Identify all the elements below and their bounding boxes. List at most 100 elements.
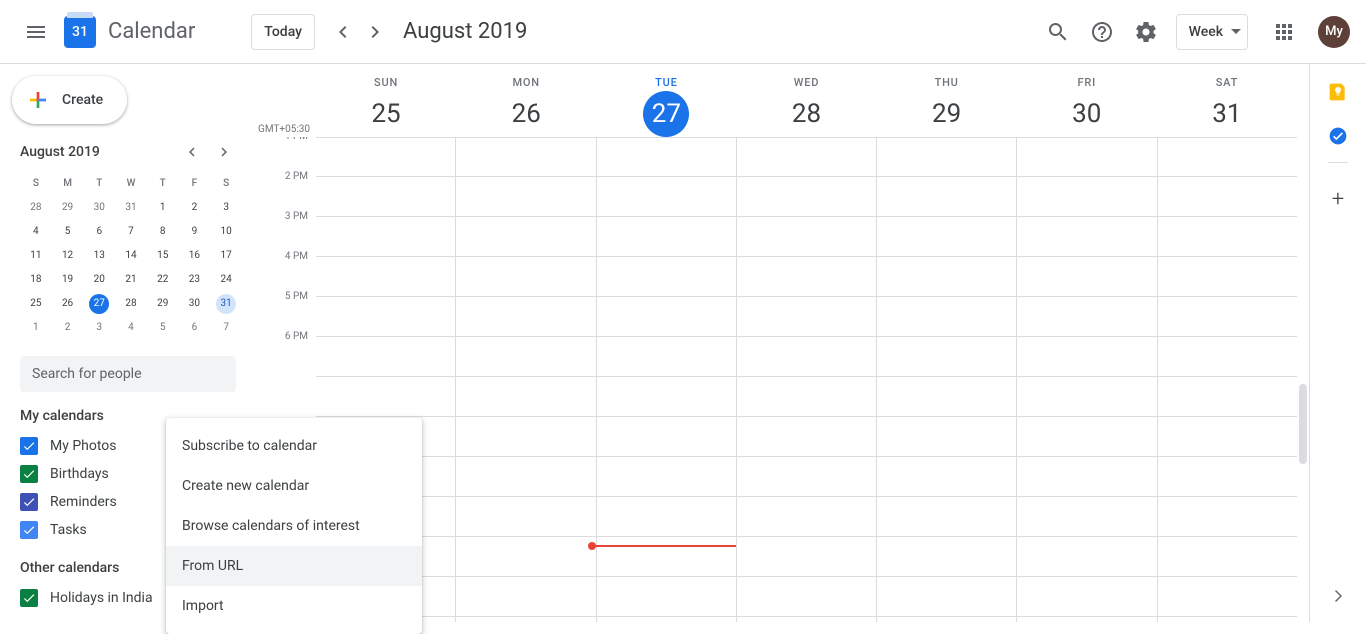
day-column[interactable] [876, 137, 1016, 622]
mini-day[interactable]: 30 [83, 196, 115, 220]
menu-item[interactable]: Subscribe to calendar [166, 426, 422, 466]
day-header[interactable]: FRI30 [1017, 64, 1157, 137]
mini-day[interactable]: 31 [115, 196, 147, 220]
next-week-button[interactable] [359, 16, 391, 48]
menu-item[interactable]: Import [166, 586, 422, 626]
mini-dow: T [83, 172, 115, 196]
day-column[interactable] [596, 137, 736, 622]
settings-button[interactable] [1126, 12, 1166, 52]
day-header[interactable]: WED28 [736, 64, 876, 137]
mini-day[interactable]: 17 [210, 244, 242, 268]
tasks-icon[interactable] [1328, 126, 1348, 146]
day-header[interactable]: TUE 27 [596, 64, 736, 137]
mini-day[interactable]: 24 [210, 268, 242, 292]
main-menu-button[interactable] [12, 8, 60, 56]
day-column[interactable] [455, 137, 595, 622]
mini-day[interactable]: 30 [179, 292, 211, 316]
mini-day[interactable]: 4 [115, 316, 147, 340]
mini-day[interactable]: 29 [147, 292, 179, 316]
mini-day[interactable]: 7 [115, 220, 147, 244]
mini-day[interactable]: 10 [210, 220, 242, 244]
hour-label: 1 PM [256, 137, 308, 171]
checkbox-icon[interactable] [20, 521, 38, 539]
menu-item[interactable]: Create new calendar [166, 466, 422, 506]
mini-day[interactable]: 23 [179, 268, 211, 292]
mini-day[interactable]: 11 [20, 244, 52, 268]
keep-icon[interactable] [1328, 82, 1348, 102]
mini-prev-button[interactable] [180, 140, 204, 164]
mini-day[interactable]: 14 [115, 244, 147, 268]
mini-day[interactable]: 27 [83, 292, 115, 316]
day-number: 27 [643, 91, 689, 137]
day-number: 29 [924, 91, 970, 137]
get-addons-button[interactable]: + [1332, 187, 1344, 212]
mini-day[interactable]: 4 [20, 220, 52, 244]
search-people-input[interactable]: Search for people [20, 356, 236, 392]
checkbox-icon[interactable] [20, 493, 38, 511]
search-button[interactable] [1038, 12, 1078, 52]
day-header[interactable]: SUN25 [316, 64, 456, 137]
mini-day[interactable]: 22 [147, 268, 179, 292]
mini-next-button[interactable] [212, 140, 236, 164]
scrollbar-thumb[interactable] [1299, 384, 1307, 464]
mini-day[interactable]: 28 [20, 196, 52, 220]
checkbox-icon[interactable] [20, 589, 38, 607]
mini-day[interactable]: 29 [52, 196, 84, 220]
mini-day[interactable]: 1 [20, 316, 52, 340]
menu-item[interactable]: From URL [166, 546, 422, 586]
view-select[interactable]: Week [1176, 14, 1248, 50]
day-header[interactable]: THU29 [877, 64, 1017, 137]
today-button[interactable]: Today [251, 14, 315, 50]
mini-dow: S [210, 172, 242, 196]
prev-week-button[interactable] [327, 16, 359, 48]
mini-day[interactable]: 15 [147, 244, 179, 268]
menu-item[interactable]: Browse calendars of interest [166, 506, 422, 546]
mini-day[interactable]: 5 [147, 316, 179, 340]
mini-day[interactable]: 18 [20, 268, 52, 292]
mini-day[interactable]: 20 [83, 268, 115, 292]
mini-day[interactable]: 26 [52, 292, 84, 316]
header: 31 Calendar Today August 2019 Week My [0, 0, 1366, 64]
mini-day[interactable]: 9 [179, 220, 211, 244]
day-header[interactable]: MON26 [456, 64, 596, 137]
create-button[interactable]: Create [12, 76, 127, 124]
calendar-label: Birthdays [50, 466, 109, 482]
apps-grid-icon [1272, 20, 1296, 44]
mini-day[interactable]: 12 [52, 244, 84, 268]
mini-dow: F [179, 172, 211, 196]
mini-day[interactable]: 28 [115, 292, 147, 316]
hour-label: 6 PM [256, 331, 308, 371]
mini-day[interactable]: 31 [210, 292, 242, 316]
mini-day[interactable]: 5 [52, 220, 84, 244]
mini-dow: M [52, 172, 84, 196]
mini-day[interactable]: 16 [179, 244, 211, 268]
google-apps-button[interactable] [1264, 12, 1304, 52]
mini-day[interactable]: 1 [147, 196, 179, 220]
mini-day[interactable]: 2 [179, 196, 211, 220]
side-panel: + [1310, 64, 1366, 622]
mini-day[interactable]: 21 [115, 268, 147, 292]
mini-day[interactable]: 8 [147, 220, 179, 244]
calendar-logo-icon: 31 [64, 16, 96, 48]
day-column[interactable] [1016, 137, 1156, 622]
day-column[interactable] [736, 137, 876, 622]
collapse-panel-button[interactable] [1328, 586, 1348, 610]
dow-label: TUE [596, 76, 736, 89]
mini-day[interactable]: 7 [210, 316, 242, 340]
day-header[interactable]: SAT31 [1157, 64, 1297, 137]
account-avatar[interactable]: My [1318, 16, 1350, 48]
logo[interactable]: 31 Calendar [64, 16, 195, 48]
mini-day[interactable]: 2 [52, 316, 84, 340]
checkbox-icon[interactable] [20, 437, 38, 455]
mini-day[interactable]: 6 [179, 316, 211, 340]
day-column[interactable] [1157, 137, 1297, 622]
mini-day[interactable]: 3 [210, 196, 242, 220]
mini-day[interactable]: 6 [83, 220, 115, 244]
mini-day[interactable]: 19 [52, 268, 84, 292]
mini-day[interactable]: 3 [83, 316, 115, 340]
help-button[interactable] [1082, 12, 1122, 52]
checkbox-icon[interactable] [20, 465, 38, 483]
dow-label: SUN [316, 76, 456, 89]
mini-day[interactable]: 13 [83, 244, 115, 268]
mini-day[interactable]: 25 [20, 292, 52, 316]
